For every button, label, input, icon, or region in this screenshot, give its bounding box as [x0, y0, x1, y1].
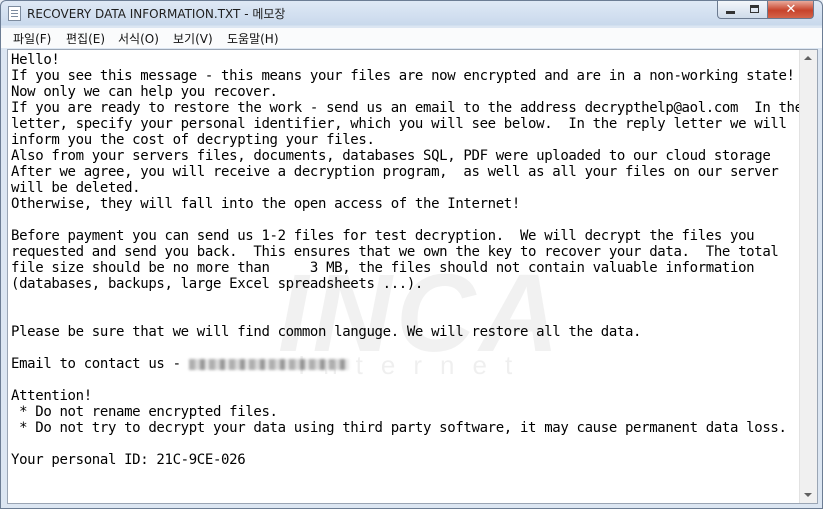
- notepad-icon[interactable]: [8, 6, 21, 21]
- menu-help[interactable]: 도움말(H): [227, 30, 279, 47]
- text-line: inform you the cost of decrypting your f…: [11, 132, 375, 148]
- text-line: * Do not try to decrypt your data using …: [11, 420, 787, 436]
- email-label: Email to contact us -: [11, 356, 189, 372]
- text-line: [11, 340, 799, 356]
- text-line: (databases, backups, large Excel spreads…: [11, 276, 424, 292]
- text-line: requested and send you back. This ensure…: [11, 244, 779, 260]
- text-line: If you see this message - this means you…: [11, 68, 795, 84]
- title-bar[interactable]: RECOVERY DATA INFORMATION.TXT - 메모장 ✕: [1, 1, 822, 26]
- text-line: will be deleted.: [11, 180, 141, 196]
- personal-id-line: Your personal ID: 21C-9CE-026: [11, 452, 246, 468]
- text-line: Attention!: [11, 388, 92, 404]
- text-line: Hello!: [11, 52, 60, 68]
- text-line: [11, 292, 799, 308]
- minimize-button[interactable]: [717, 1, 743, 19]
- text-line: Now only we can help you recover.: [11, 84, 278, 100]
- menu-view[interactable]: 보기(V): [173, 30, 213, 47]
- text-line: Please be sure that we will find common …: [11, 324, 642, 340]
- redacted-email: [188, 358, 349, 370]
- text-line: Otherwise, they will fall into the open …: [11, 196, 520, 212]
- text-line: Also from your servers files, documents,…: [11, 148, 771, 164]
- text-content[interactable]: Hello! If you see this message - this me…: [11, 52, 799, 502]
- email-line: Email to contact us -: [11, 356, 799, 372]
- close-button[interactable]: ✕: [768, 1, 814, 19]
- text-line: file size should be no more than 3 MB, t…: [11, 260, 755, 276]
- maximize-icon: [750, 5, 759, 13]
- scroll-down-icon[interactable]: [804, 493, 812, 497]
- scroll-up-icon[interactable]: [804, 56, 812, 60]
- text-line: If you are ready to restore the work - s…: [11, 100, 799, 116]
- text-line: [11, 212, 799, 228]
- menu-format[interactable]: 서식(O): [118, 30, 159, 47]
- text-line: [11, 436, 799, 452]
- notepad-window: RECOVERY DATA INFORMATION.TXT - 메모장 ✕ 파일…: [0, 0, 823, 509]
- maximize-button[interactable]: [742, 1, 768, 19]
- menu-edit[interactable]: 편집(E): [66, 30, 105, 47]
- text-line: * Do not rename encrypted files.: [11, 404, 278, 420]
- window-title: RECOVERY DATA INFORMATION.TXT - 메모장: [27, 7, 286, 21]
- menu-file[interactable]: 파일(F): [13, 30, 51, 47]
- text-line: After we agree, you will receive a decry…: [11, 164, 779, 180]
- text-line: Before payment you can send us 1-2 files…: [11, 228, 755, 244]
- menu-bar: 파일(F) 편집(E) 서식(O) 보기(V) 도움말(H): [1, 28, 822, 48]
- text-line: [11, 372, 799, 388]
- minimize-icon: [726, 11, 735, 14]
- text-line: [11, 308, 799, 324]
- vertical-scrollbar[interactable]: [799, 50, 817, 503]
- text-editor[interactable]: INCA Internet Hello! If you see this mes…: [7, 49, 818, 504]
- close-icon: ✕: [785, 2, 797, 17]
- text-line: letter, specify your personal identifier…: [11, 116, 787, 132]
